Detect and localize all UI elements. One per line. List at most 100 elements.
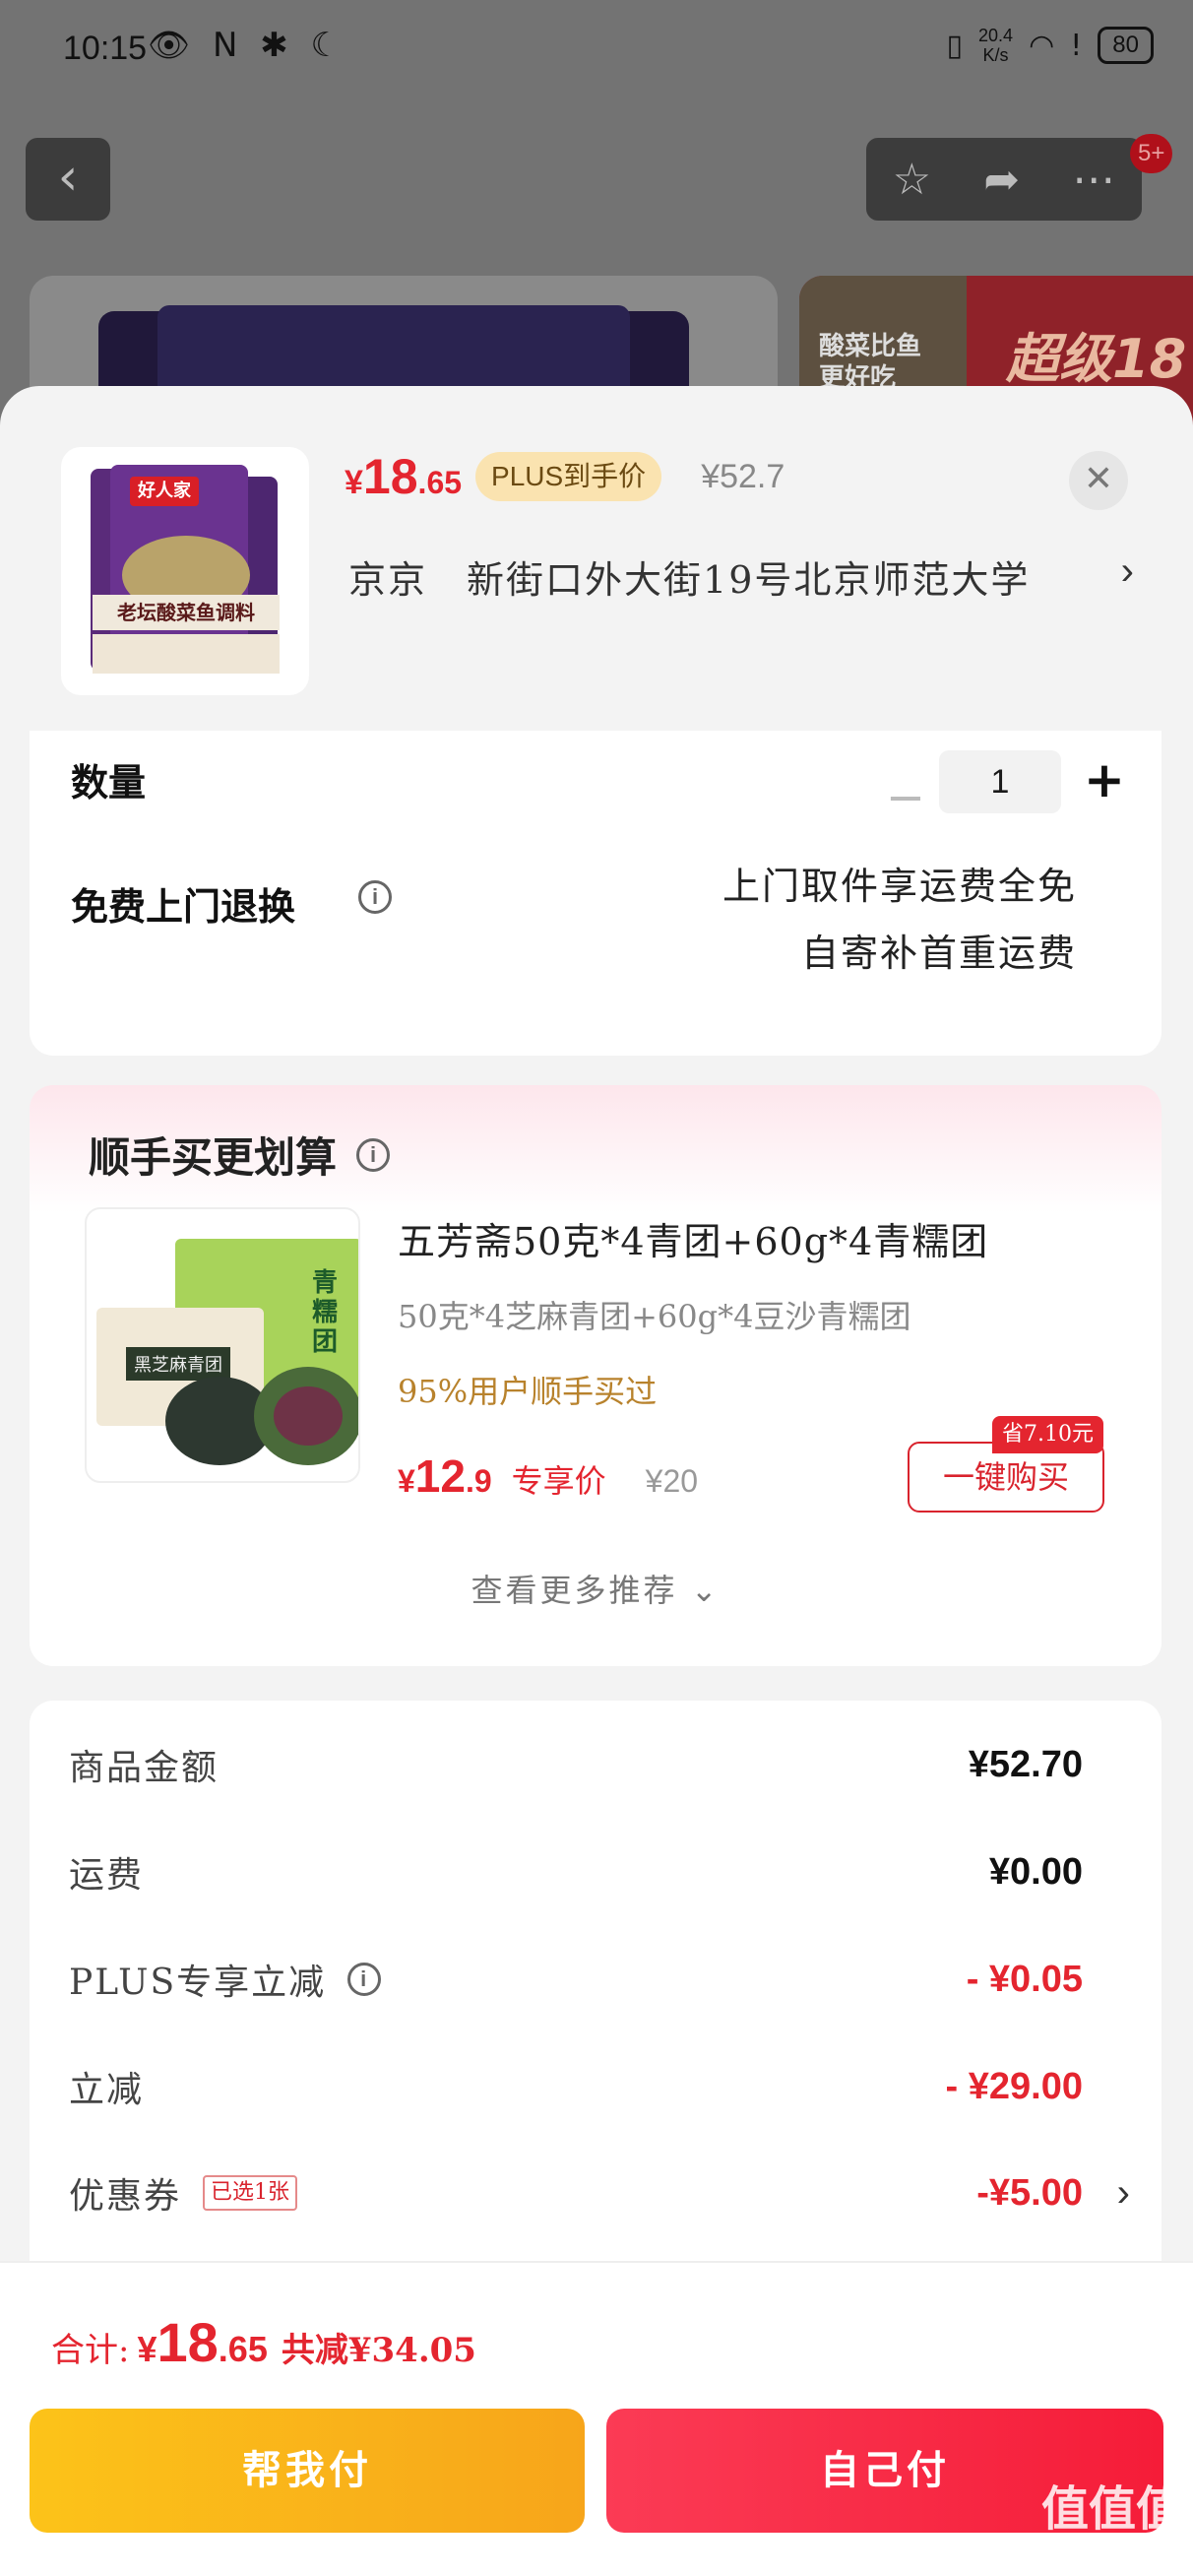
info-icon[interactable]: i	[356, 1137, 391, 1172]
more-icon[interactable]: ⋯	[1072, 155, 1115, 205]
recommend-item-image[interactable]: 青糯团 黑芝麻青团	[85, 1207, 360, 1483]
address-selector[interactable]: 京京 新街口外大街19号北京师范大学 ›	[348, 549, 1136, 604]
plus-price-tag: PLUS到手价	[475, 452, 662, 501]
quantity-increase-button[interactable]: +	[1073, 750, 1136, 813]
close-button[interactable]: ✕	[1069, 451, 1128, 510]
address-city: 京京	[348, 558, 428, 602]
recommend-item-name[interactable]: 五芳斋50克*4青团+60g*4青糯团	[398, 1211, 988, 1265]
summary-value: - ¥0.05	[966, 1958, 1083, 2000]
vibrate-icon: ▯	[946, 28, 964, 63]
status-bar: 10:15 👁 N ✱ ☾ ▯ 20.4 K/s ◠ ! 80	[0, 0, 1193, 98]
recommend-item-percent: 95%用户顺手买过	[398, 1373, 658, 1410]
summary-label: 商品金额	[69, 1748, 220, 1788]
net-speed: 20.4 K/s	[978, 26, 1013, 65]
summary-label: PLUS专享立减	[69, 1963, 327, 2003]
total-currency: ¥	[137, 2329, 157, 2369]
summary-row-goods: 商品金额 ¥52.70	[69, 1730, 1112, 1799]
rec-price-integer: 12	[414, 1450, 466, 1502]
top-actions: ☆ ➦ ⋯	[866, 138, 1142, 221]
package-label: 老坛酸菜鱼调料	[93, 595, 280, 630]
original-price: ¥52.7	[701, 457, 785, 495]
summary-value: ¥52.70	[968, 1743, 1083, 1785]
checkout-bar: 合计: ¥18.65 共减¥34.05 帮我付 自己付	[0, 2261, 1193, 2576]
quantity-input[interactable]: 1	[939, 750, 1061, 813]
recommend-original-price: ¥20	[645, 1463, 699, 1499]
info-icon[interactable]: i	[347, 1963, 382, 1996]
quantity-label: 数量	[71, 760, 147, 805]
more-recommend-button[interactable]: 查看更多推荐 ⌄	[30, 1566, 1162, 1611]
net-speed-unit: K/s	[982, 45, 1009, 65]
product-header: 好人家 老坛酸菜鱼调料 ¥18.65 PLUS到手价 ¥52.7 ✕ 京京 新街…	[0, 386, 1193, 731]
product-price: ¥18.65	[345, 448, 462, 505]
info-icon[interactable]: i	[358, 880, 392, 914]
save-badge: 省7.10元	[992, 1416, 1103, 1453]
white-box-label: 黑芝麻青团	[126, 1347, 230, 1381]
return-service-desc: 上门取件享运费全免 自寄补首重运费	[722, 853, 1077, 987]
summary-row-coupon[interactable]: 优惠券 已选1张 -¥5.00 ›	[69, 2158, 1130, 2227]
summary-row-shipping: 运费 ¥0.00	[69, 1837, 1112, 1906]
price-currency: ¥	[345, 464, 363, 501]
battery-indicator: 80	[1098, 27, 1154, 64]
total-save: 共减¥34.05	[281, 2331, 476, 2370]
package-footer	[93, 634, 280, 674]
share-icon[interactable]: ➦	[983, 155, 1020, 205]
status-right: ▯ 20.4 K/s ◠ ! 80	[947, 26, 1154, 65]
bean-filling	[274, 1386, 343, 1446]
checkout-sheet: 好人家 老坛酸菜鱼调料 ¥18.65 PLUS到手价 ¥52.7 ✕ 京京 新街…	[0, 386, 1193, 2576]
net-speed-value: 20.4	[978, 26, 1014, 45]
total-row: 合计: ¥18.65 共减¥34.05	[51, 2310, 476, 2374]
return-line2: 自寄补首重运费	[800, 932, 1077, 975]
recommend-title: 顺手买更划算 i	[89, 1125, 391, 1185]
status-icons: 👁 N ✱ ☾	[148, 26, 346, 65]
summary-value: ¥0.00	[988, 1850, 1083, 1893]
price-decimal: .65	[417, 465, 463, 500]
recommend-price: ¥12.9	[398, 1449, 492, 1503]
address-detail: 新街口外大街19号北京师范大学	[467, 558, 1031, 602]
package-logo: 好人家	[130, 477, 199, 506]
price-integer: 18	[362, 449, 418, 504]
green-ball	[254, 1367, 358, 1465]
status-time: 10:15	[63, 30, 148, 67]
chevron-right-icon: ›	[1120, 549, 1136, 593]
recommend-item-sub: 50克*4芝麻青团+60g*4豆沙青糯团	[398, 1298, 911, 1335]
back-button[interactable]: ‹	[26, 138, 110, 221]
green-box-label: 青糯团	[311, 1268, 338, 1357]
message-badge: 5+	[1130, 134, 1173, 173]
quantity-card: 数量 − 1 + 免费上门退换 i 上门取件享运费全免 自寄补首重运费	[30, 731, 1162, 1056]
coupon-tag: 已选1张	[203, 2175, 298, 2211]
star-icon[interactable]: ☆	[893, 155, 931, 205]
promo-title: 超级18	[1006, 328, 1187, 390]
alert-icon: !	[1070, 28, 1083, 63]
summary-label: 运费	[69, 1855, 145, 1896]
watermark: 值值值 zhizhizhi.com	[1034, 2481, 1191, 2570]
summary-row-discount: 立减 - ¥29.00	[69, 2052, 1112, 2121]
rec-price-decimal: .9	[465, 1463, 492, 1499]
price-row: ¥18.65 PLUS到手价 ¥52.7	[345, 447, 785, 506]
chevron-down-icon: ⌄	[690, 1572, 721, 1609]
summary-label-coupon: 优惠券 已选1张	[69, 2167, 298, 2219]
summary-value: -¥5.00	[976, 2171, 1083, 2214]
watermark-logo: 值值值	[1040, 2481, 1183, 2537]
total-integer: 18	[157, 2311, 219, 2373]
chevron-right-icon: ›	[1116, 2170, 1130, 2215]
promo-text: 酸菜比鱼更好吃	[819, 332, 922, 393]
summary-label-plus: PLUS专享立减 i	[69, 1954, 382, 2005]
return-line1: 上门取件享运费全免	[722, 865, 1077, 908]
summary-row-plus: PLUS专享立减 i - ¥0.05	[69, 1945, 1112, 2014]
total-decimal: .65	[218, 2329, 268, 2369]
recommend-card: 顺手买更划算 i 青糯团 黑芝麻青团 五芳斋50克*4青团+60g*4青糯团 5…	[30, 1085, 1162, 1666]
quantity-decrease-button[interactable]: −	[876, 770, 935, 829]
product-image: 好人家 老坛酸菜鱼调料	[61, 447, 309, 695]
recommend-price-row: ¥12.9 专享价 ¥20	[398, 1449, 698, 1503]
wifi-icon: ◠	[1029, 28, 1055, 63]
watermark-url: zhizhizhi.com	[1064, 2537, 1161, 2553]
total-label: 合计:	[51, 2331, 130, 2370]
help-me-pay-button[interactable]: 帮我付	[30, 2409, 585, 2533]
recommend-title-text: 顺手买更划算	[89, 1133, 338, 1182]
return-service-label: 免费上门退换	[71, 884, 296, 929]
summary-value: - ¥29.00	[945, 2065, 1083, 2107]
recommend-price-tag: 专享价	[511, 1462, 606, 1500]
summary-label: 优惠券	[69, 2176, 182, 2217]
summary-label: 立减	[69, 2070, 145, 2110]
total-price: ¥18.65	[137, 2310, 267, 2374]
